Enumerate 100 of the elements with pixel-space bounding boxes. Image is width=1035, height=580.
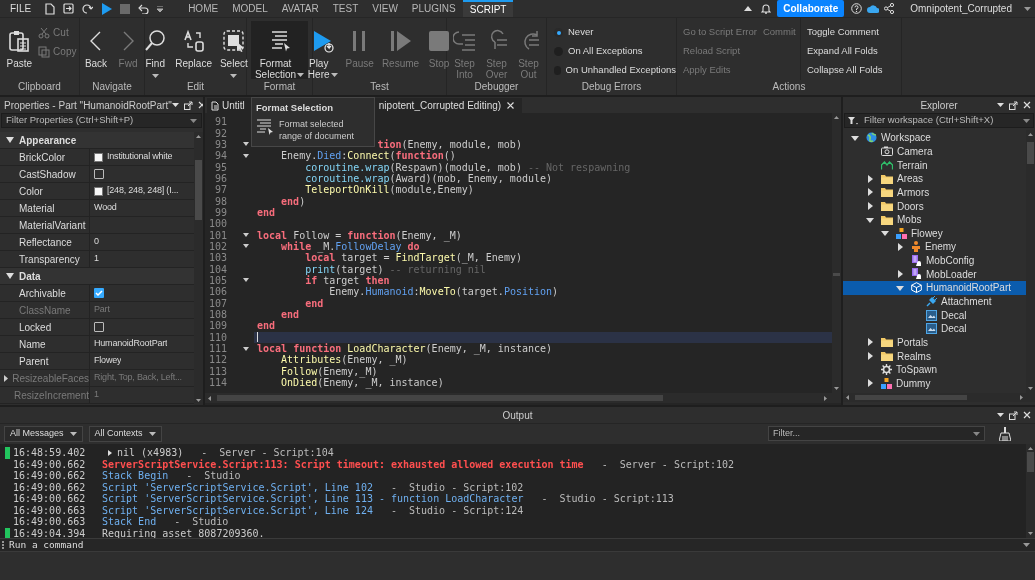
group-label: Actions: [771, 80, 807, 95]
log-source: - Studio: [174, 516, 229, 528]
property-name: Locked: [19, 320, 52, 335]
group-label: Test: [369, 80, 390, 95]
tree-item-label: Enemy: [925, 240, 957, 255]
log-source: - Studio - Script:102: [390, 481, 524, 493]
radio-label: On All Exceptions: [568, 44, 643, 59]
log-time: 16:49:04.394: [13, 527, 87, 538]
line-number: 108: [207, 309, 227, 320]
line-number: 98: [213, 195, 227, 207]
code-line: TeleportOnKill(module,Enemy): [304, 184, 474, 196]
tree-item-label: Camera: [897, 144, 933, 159]
line-number: 114: [207, 377, 227, 389]
group-label: Format: [262, 80, 297, 95]
tree-item-label: Attachment: [941, 295, 992, 309]
line-number: 113: [207, 365, 227, 377]
code-line: end): [280, 195, 306, 207]
tree-item-label: Flowey: [911, 226, 943, 241]
group-label: Debugger: [473, 80, 520, 95]
code-line: coroutine.wrap(Respawn)(module, mob) -- Not respawning: [304, 161, 631, 173]
tree-item-label: Workspace: [881, 131, 931, 146]
property-name: ResizeableFaces: [12, 371, 89, 386]
log-source: - Server - Script:102: [601, 458, 735, 470]
line-number: 96: [213, 172, 227, 184]
log-time: 16:48:59.402: [13, 447, 87, 459]
code-line: local target = FindTarget(_M, Enemy): [304, 252, 522, 264]
line-number: 91: [213, 116, 227, 128]
tree-item-label: Mobs: [897, 213, 922, 228]
line-number: 92: [213, 127, 227, 139]
panel-title: Output: [502, 408, 533, 423]
group-label: Clipboard: [17, 80, 62, 95]
line-number: 94: [213, 150, 227, 162]
property-name: Color: [19, 184, 43, 199]
log-source: - Server - Script:104: [201, 447, 334, 459]
log-source: - Studio: [186, 470, 241, 482]
code-line: local Follow = function(Enemy, _M): [257, 229, 462, 241]
code-line: Enemy.Died:Connect(function(): [280, 150, 456, 162]
code-line: print(target) -- returning nil: [304, 263, 486, 275]
property-name: Name: [19, 337, 46, 352]
code-line: local function LoadCharacter(Enemy, _M, instance): [257, 343, 553, 355]
line-number: 99: [213, 206, 227, 218]
line-number: 105: [207, 275, 227, 286]
log-time: 16:49:00.662: [13, 458, 87, 470]
radio-label: Never: [568, 25, 594, 40]
property-name: Parent: [19, 354, 49, 369]
tree-item-label: Decal: [941, 308, 967, 323]
property-name: MaterialVariant: [19, 218, 86, 233]
property-name: BrickColor: [19, 150, 66, 165]
tree-item-label: HumanoidRootPart: [926, 281, 1012, 296]
tree-item-label: Dummy: [896, 376, 931, 391]
code-line: end: [304, 297, 324, 309]
property-name: CastShadow: [19, 167, 76, 182]
line-number: 103: [207, 252, 227, 264]
property-name: Transparency: [19, 252, 80, 267]
code-line: end: [280, 309, 300, 320]
line-number: 109: [207, 320, 227, 332]
tree-item-label: ToSpawn: [896, 363, 938, 378]
log-message: Stack Begin: [102, 470, 169, 482]
property-name: Material: [19, 201, 55, 216]
log-message: Script 'ServerScriptService.Script', Line 102: [102, 481, 373, 493]
line-number: 110: [207, 331, 227, 343]
tree-item-label: Areas: [897, 172, 924, 187]
panel-title: Explorer: [920, 98, 958, 113]
log-message: nil (x4983): [117, 447, 184, 459]
code-line: if target then: [304, 275, 390, 286]
tree-item-label: Decal: [941, 322, 967, 337]
tree-item-label: Portals: [897, 335, 929, 350]
line-number: 111: [207, 343, 227, 355]
log-time: 16:49:00.663: [13, 504, 87, 516]
log-message: Stack End: [102, 516, 157, 528]
group-label: Debug Errors: [580, 80, 643, 95]
log-time: 16:49:00.663: [13, 516, 87, 528]
log-message: Script 'ServerScriptService.Script', Line 124: [102, 504, 373, 516]
tree-item-label: Terrain: [897, 158, 928, 173]
code-line: coroutine.wrap(Award)(mob, Enemy, module): [304, 172, 552, 184]
log-source: - Studio - Script:113: [541, 493, 674, 505]
log-source: - Studio - Script:124: [390, 504, 524, 516]
code-line: Follow(Enemy,_M): [280, 365, 378, 377]
tooltip-text: Format selected range of document: [279, 118, 356, 143]
tree-item-label: MobLoader: [926, 267, 977, 282]
log-message: Script 'ServerScriptService.Script', Line 113 - function LoadCharacter: [102, 493, 524, 505]
tree-item-label: Realms: [897, 349, 931, 364]
property-name: ClassName: [19, 303, 71, 318]
log-time: 16:49:00.662: [13, 470, 87, 482]
line-number: 104: [207, 263, 227, 275]
code-line: while _M.FollowDelay do: [280, 240, 420, 252]
property-name: ResizeIncrement: [13, 388, 89, 403]
tooltip-title: Format Selection: [256, 101, 335, 115]
log-message: ServerScriptService.Script:113: Script timeout: exhausted allowed execution time: [102, 458, 584, 470]
line-number: 93: [213, 138, 227, 150]
code-line: OnDied(Enemy, _M, instance): [280, 377, 444, 389]
code-line: tion(Enemy, module, mob): [376, 138, 522, 150]
code-line: end: [257, 320, 276, 332]
code-line: end: [257, 206, 276, 218]
line-number: 101: [207, 229, 227, 241]
line-number: 112: [207, 354, 227, 366]
panel-title: Properties - Part "HumanoidRootPart": [4, 98, 172, 113]
group-label: Edit: [185, 80, 206, 95]
radio-label: On Unhandled Exceptions: [565, 63, 676, 78]
line-number: 107: [207, 297, 227, 309]
